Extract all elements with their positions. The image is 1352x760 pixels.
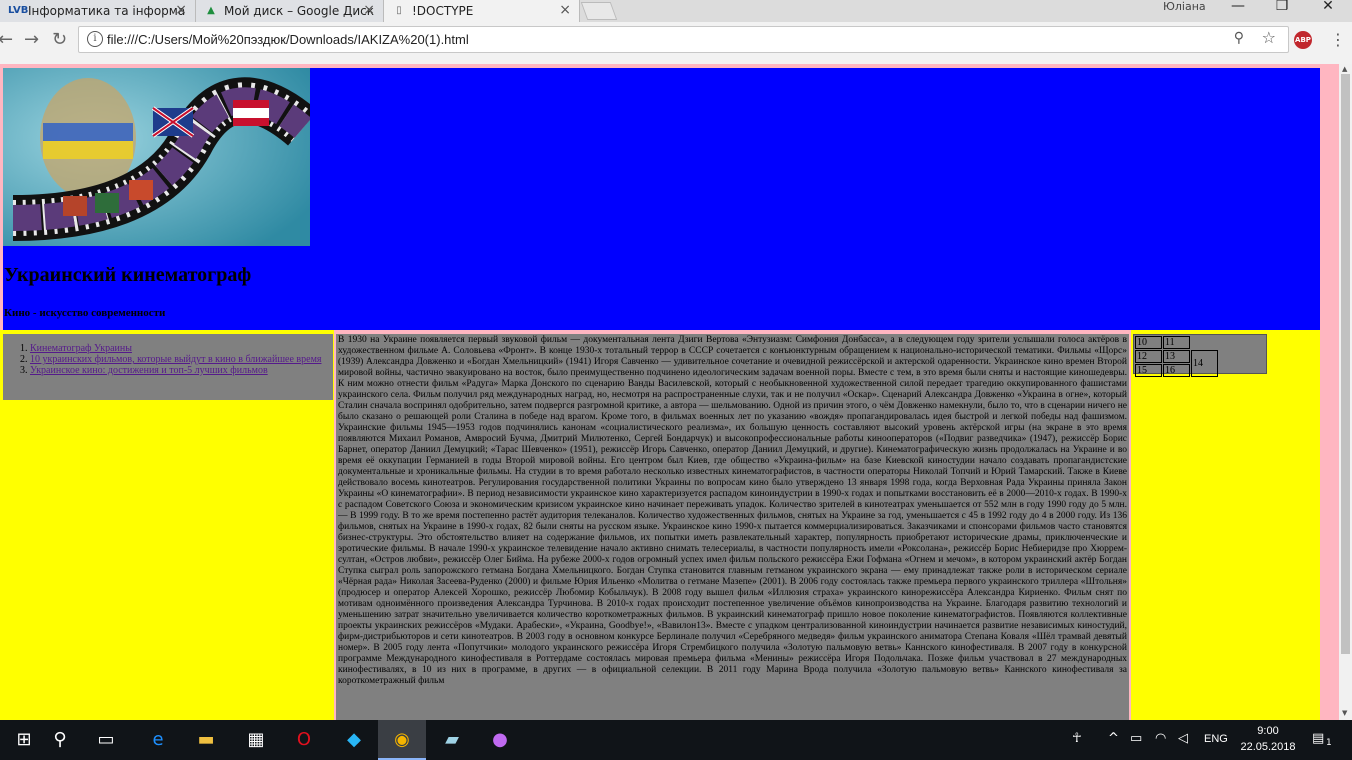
nav-item: Кинематограф Украины <box>30 343 333 354</box>
table-cell: 10 <box>1135 336 1162 349</box>
windows-taskbar: ⊞ ⚲ ▭ e ▬ ▦ O ◆ ◉ ▰ ● ☥ ^ ▭ ◠ ◁ ENG 9:00… <box>0 720 1352 760</box>
nav-item: Украинское кино: достижения и топ-5 лучш… <box>30 365 333 376</box>
scroll-up-icon[interactable]: ▲ <box>1342 65 1347 73</box>
google-drive-icon: ▲ <box>207 5 215 16</box>
notifications-icon[interactable]: ▤ <box>1312 731 1324 746</box>
tab-label: Мой диск – Google Диск <box>224 4 375 18</box>
forward-icon[interactable]: → <box>24 29 39 50</box>
battery-icon[interactable]: ▭ <box>1130 731 1142 746</box>
table-cell: 13 <box>1163 350 1190 363</box>
article-text: В 1930 на Украине появляется первый звук… <box>336 334 1129 720</box>
chrome-icon[interactable]: ◉ <box>378 720 426 760</box>
nav-link-upcoming-films[interactable]: 10 украинских фильмов, которые выйдут в … <box>30 354 322 365</box>
zoom-icon[interactable]: ⚲ <box>1234 30 1244 46</box>
table-row: 10 11 <box>1135 336 1218 349</box>
table-cell: 11 <box>1163 336 1190 349</box>
nav-link-achievements[interactable]: Украинское кино: достижения и топ-5 лучш… <box>30 365 268 376</box>
clock[interactable]: 9:00 22.05.2018 <box>1240 723 1296 755</box>
page-title: Украинский кинематограф <box>4 264 252 286</box>
store-icon[interactable]: ▦ <box>232 720 280 760</box>
opera-icon[interactable]: O <box>280 720 328 760</box>
chevron-up-icon[interactable]: ^ <box>1108 731 1119 746</box>
banner-image <box>3 68 310 246</box>
menu-icon[interactable]: ⋮ <box>1330 30 1346 49</box>
nav-list: Кинематограф Украины 10 украинских фильм… <box>30 343 333 376</box>
info-icon[interactable]: i <box>87 31 103 47</box>
minimize-icon[interactable]: — <box>1218 0 1258 20</box>
nav-link-cinema-ukraine[interactable]: Кинематограф Украины <box>30 343 132 354</box>
address-bar[interactable]: i file:///C:/Users/Мой%20пэздюк/Download… <box>78 26 1289 53</box>
language-indicator[interactable]: ENG <box>1204 733 1228 745</box>
number-table-box: 10 11 12 13 14 15 16 <box>1133 334 1267 377</box>
table-row: 12 13 14 <box>1135 350 1218 377</box>
close-window-icon[interactable]: ✕ <box>1308 0 1348 20</box>
restore-icon[interactable]: ❐ <box>1262 0 1302 20</box>
table-cell: 14 <box>1191 350 1218 377</box>
file-explorer-icon[interactable]: ▬ <box>182 720 230 760</box>
clock-date: 22.05.2018 <box>1240 741 1296 753</box>
page-header: Украинский кинематограф Кино - искусство… <box>3 68 1320 330</box>
back-icon[interactable]: ← <box>0 29 13 50</box>
scrollbar-thumb[interactable] <box>1341 74 1350 654</box>
page-icon: ▯ <box>396 5 402 16</box>
search-icon[interactable]: ⚲ <box>36 720 84 760</box>
table-cell: 15 <box>1135 364 1162 377</box>
number-table: 10 11 12 13 14 15 16 <box>1134 335 1219 378</box>
adblock-plus-icon[interactable]: ABP <box>1294 31 1312 49</box>
reload-icon[interactable]: ↻ <box>52 29 67 50</box>
right-sidebar: 10 11 12 13 14 15 16 <box>1131 330 1320 720</box>
vertical-scrollbar[interactable]: ▲ ▼ <box>1339 64 1352 720</box>
browser-chrome: LVB Інформатика та інформа × ▲ Мой диск … <box>0 0 1352 64</box>
people-icon[interactable]: ☥ <box>1072 731 1082 746</box>
volume-icon[interactable]: ◁ <box>1178 731 1188 746</box>
scroll-down-icon[interactable]: ▼ <box>1342 709 1347 717</box>
notification-count: 1 <box>1326 738 1332 748</box>
profile-name[interactable]: Юліана <box>1163 0 1206 13</box>
close-icon[interactable]: × <box>175 2 187 18</box>
nav-item: 10 украинских фильмов, которые выйдут в … <box>30 354 333 365</box>
tab-label: Інформатика та інформа <box>28 4 186 18</box>
tab-doctype[interactable]: ▯ !DOCTYPE × <box>384 0 580 22</box>
table-cell: 12 <box>1135 350 1162 363</box>
wifi-icon[interactable]: ◠ <box>1155 731 1166 746</box>
edge-icon[interactable]: e <box>134 720 182 760</box>
app-icon[interactable]: ▰ <box>428 720 476 760</box>
web-page: Украинский кинематограф Кино - искусство… <box>0 64 1339 720</box>
tab-google-drive[interactable]: ▲ Мой диск – Google Диск × <box>196 0 384 22</box>
new-tab-button[interactable] <box>580 2 618 20</box>
address-row: ← → ↻ i file:///C:/Users/Мой%20пэздюк/Do… <box>0 22 1352 58</box>
app-icon[interactable]: ◆ <box>330 720 378 760</box>
url-text[interactable]: file:///C:/Users/Мой%20пэздюк/Downloads/… <box>107 32 469 47</box>
star-icon[interactable]: ☆ <box>1262 28 1276 47</box>
tab-label: !DOCTYPE <box>412 4 474 18</box>
left-sidebar: Кинематограф Украины 10 украинских фильм… <box>0 330 334 720</box>
nav-box: Кинематограф Украины 10 украинских фильм… <box>3 334 333 400</box>
lvb-icon: LVB <box>8 5 29 16</box>
tab-informatika[interactable]: LVB Інформатика та інформа × <box>0 0 196 22</box>
page-subtitle: Кино - искусство современности <box>4 307 166 319</box>
close-icon[interactable]: × <box>363 2 375 18</box>
close-icon[interactable]: × <box>559 2 571 18</box>
task-view-icon[interactable]: ▭ <box>82 720 130 760</box>
maps-icon[interactable]: ● <box>476 720 524 760</box>
table-cell: 16 <box>1163 364 1190 377</box>
tab-strip: LVB Інформатика та інформа × ▲ Мой диск … <box>0 0 1352 22</box>
clock-time: 9:00 <box>1257 725 1279 737</box>
